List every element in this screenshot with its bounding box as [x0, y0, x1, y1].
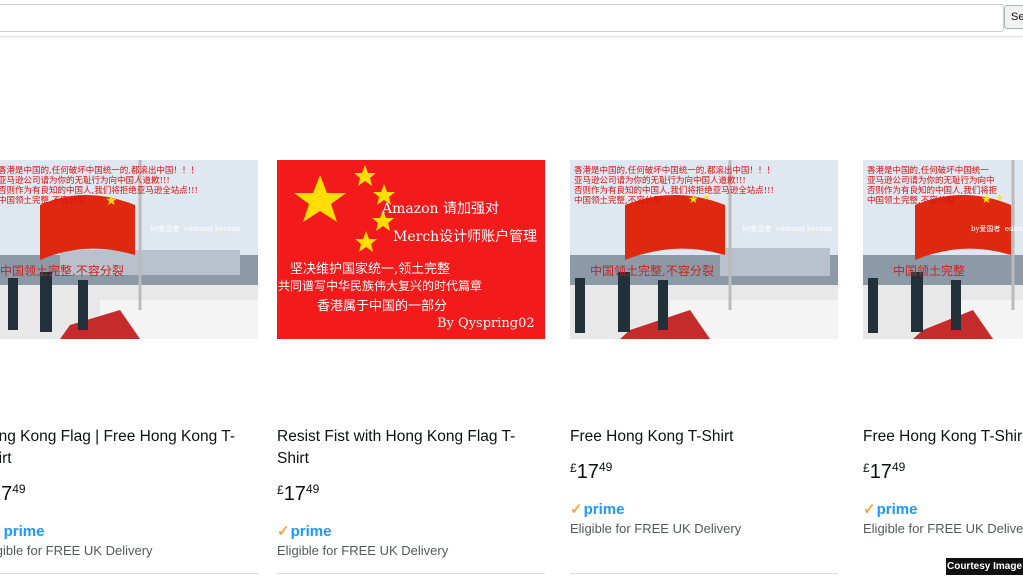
delivery-info: Eligible for FREE UK Deliver — [863, 521, 1023, 536]
image-caption: 香港是中国的,任何破坏中国统一的,都滚出中国！！！ 亚马逊公司请为你的无耻行为向… — [0, 166, 199, 206]
delivery-info: ligible for FREE UK Delivery — [0, 543, 153, 558]
product-price: £1749 — [277, 482, 320, 506]
prime-badge: ✓prime — [277, 522, 331, 540]
delivery-info: Eligible for FREE UK Delivery — [570, 521, 742, 536]
price-whole: 17 — [869, 461, 892, 483]
product-card[interactable]: ★ 中国领土完整,不容分裂 香港是中国的,任何破坏中国统一的,都滚出中国！！！ … — [0, 160, 258, 580]
price-currency: £ — [277, 483, 284, 497]
product-title[interactable]: Free Hong Kong T-Shirt — [570, 426, 832, 448]
product-image[interactable]: Amazon 请加强对 Merch设计师账户管理 坚决维护国家统一,领土完整 共… — [277, 160, 545, 339]
prime-check-icon: ✓ — [0, 523, 3, 540]
prime-label: prime — [290, 523, 332, 540]
poster-line-2: Merch设计师账户管理 — [393, 229, 538, 245]
product-price: £1749 — [570, 460, 613, 484]
product-card[interactable]: Amazon 请加强对 Merch设计师账户管理 坚决维护国家统一,领土完整 共… — [277, 160, 545, 580]
divider — [277, 573, 545, 574]
svg-text:中国领土完整,不容分裂: 中国领土完整,不容分裂 — [590, 263, 714, 278]
image-caption: 香港是中国的,任何破坏中国统一 亚马逊公司请为你的无耻行为向中 否则作为有良知的… — [867, 166, 998, 206]
prime-label: prime — [876, 501, 918, 518]
prime-check-icon: ✓ — [863, 501, 876, 518]
price-currency: £ — [863, 461, 870, 475]
price-fraction: 49 — [12, 482, 26, 496]
product-title[interactable]: Free Hong Kong T-Shir — [863, 426, 1023, 448]
search-button[interactable]: Se — [1004, 5, 1023, 29]
delivery-info: Eligible for FREE UK Delivery — [277, 543, 449, 558]
search-input[interactable] — [0, 4, 1004, 32]
price-fraction: 49 — [598, 460, 613, 474]
price-whole: 17 — [576, 461, 599, 483]
price-fraction: 49 — [891, 460, 906, 474]
prime-check-icon: ✓ — [277, 523, 290, 540]
prime-badge: ✓prime — [863, 500, 917, 518]
image-signature: by爱国者 edmund herang — [742, 225, 833, 233]
product-card[interactable]: ★ ★ 中国领土完整,不容分裂 香港是中国的,任何破坏中国统一的,都滚出中国！！… — [570, 160, 838, 580]
product-card[interactable]: ★ ★ 中国领土完整 香港是中国的,任何破坏中国统一 亚马逊公司请为你的无耻行为… — [863, 160, 1023, 580]
divider — [0, 573, 258, 574]
product-price: 1749 — [0, 482, 26, 506]
prime-badge: ✓prime — [0, 522, 44, 540]
prime-badge: ✓prime — [570, 500, 624, 518]
image-caption: 香港是中国的,任何破坏中国统一的,都滚出中国！！！ 亚马逊公司请为你的无耻行为向… — [574, 166, 775, 206]
poster-signature: By Qyspring02 — [437, 316, 535, 331]
prime-check-icon: ✓ — [570, 501, 583, 518]
price-fraction: 49 — [305, 482, 320, 496]
poster-line-1: Amazon 请加强对 — [382, 201, 500, 217]
top-bar: Se — [0, 0, 1023, 37]
image-signature: by爱国者 edmund — [971, 225, 1023, 233]
svg-text:中国领土完整: 中国领土完整 — [893, 263, 965, 278]
poster-line-4: 共同谱写中华民族伟大复兴的时代篇章 — [278, 279, 483, 293]
price-whole: 17 — [283, 483, 306, 505]
price-whole: 17 — [0, 483, 13, 505]
product-image[interactable]: ★ 中国领土完整,不容分裂 香港是中国的,任何破坏中国统一的,都滚出中国！！！ … — [0, 160, 258, 339]
product-price: £1749 — [863, 460, 906, 484]
product-image[interactable]: ★ ★ 中国领土完整,不容分裂 香港是中国的,任何破坏中国统一的,都滚出中国！！… — [570, 160, 838, 339]
courtesy-credit: Courtesy Image — [946, 558, 1023, 575]
product-title[interactable]: ong Kong Flag | Free Hong Kong T- hirt — [0, 426, 252, 470]
svg-text:中国领土完整,不容分裂: 中国领土完整,不容分裂 — [0, 263, 124, 278]
poster-line-3: 坚决维护国家统一,领土完整 — [290, 262, 451, 277]
poster-line-5: 香港属于中国的一部分 — [317, 299, 448, 314]
product-image[interactable]: ★ ★ 中国领土完整 香港是中国的,任何破坏中国统一 亚马逊公司请为你的无耻行为… — [863, 160, 1023, 339]
prime-label: prime — [583, 501, 625, 518]
image-signature: by爱国者 edmund herang — [150, 225, 241, 233]
product-title[interactable]: Resist Fist with Hong Kong Flag T- Shirt — [277, 426, 539, 470]
price-currency: £ — [570, 461, 577, 475]
divider — [570, 573, 838, 574]
prime-label: prime — [3, 523, 45, 540]
